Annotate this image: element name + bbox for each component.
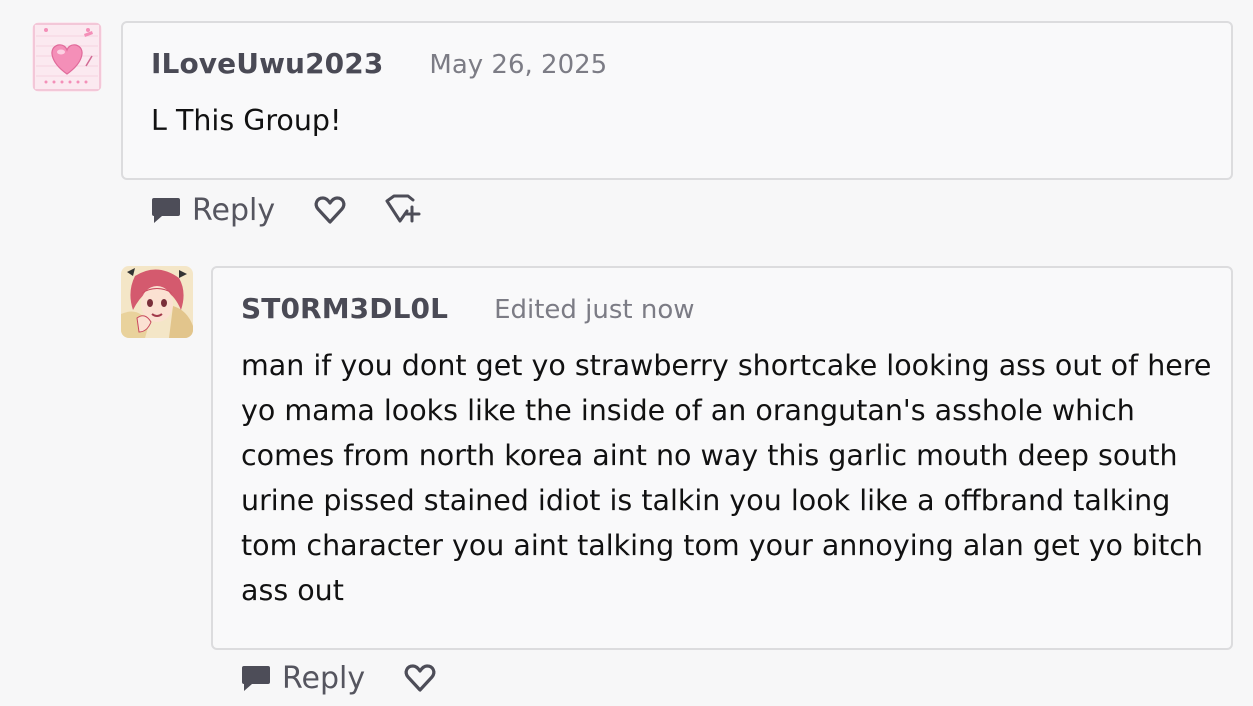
pink-heart-avatar-icon xyxy=(32,22,102,92)
reply-button[interactable]: Reply xyxy=(150,193,275,228)
comment-author[interactable]: ST0RM3DL0L xyxy=(241,292,448,325)
heart-icon xyxy=(314,196,346,224)
avatar[interactable] xyxy=(32,22,102,92)
comment-body-line: tom character you aint talking tom your … xyxy=(241,529,1203,562)
comment-card: ST0RM3DL0L Edited just now man if you do… xyxy=(211,266,1233,650)
comment-body-line: ass out xyxy=(241,574,344,607)
comment-date: May 26, 2025 xyxy=(429,50,608,80)
comment-body: L This Group! xyxy=(151,98,341,143)
comment-date: Edited just now xyxy=(494,295,695,325)
comment-body-line: comes from north korea aint no way this … xyxy=(241,439,1178,472)
comment-body-line: yo mama looks like the inside of an oran… xyxy=(241,394,1135,427)
comment-body-line: urine pissed stained idiot is talkin you… xyxy=(241,484,1171,517)
like-button[interactable] xyxy=(403,661,437,695)
heart-icon xyxy=(404,664,436,692)
comment-meta: ILoveUwu2023 May 26, 2025 xyxy=(151,47,607,80)
reply-button[interactable]: Reply xyxy=(240,661,365,696)
comment-card: ILoveUwu2023 May 26, 2025 L This Group! xyxy=(121,21,1233,180)
comment-body: man if you dont get yo strawberry shortc… xyxy=(241,343,1211,613)
comment-thread: ILoveUwu2023 May 26, 2025 L This Group! … xyxy=(0,0,1253,706)
comment-body-line: L This Group! xyxy=(151,104,342,137)
anime-character-avatar-icon xyxy=(121,266,193,338)
award-plus-icon xyxy=(385,194,421,223)
speech-bubble-icon xyxy=(152,198,180,223)
award-button[interactable] xyxy=(383,193,421,227)
comment-actions: Reply xyxy=(240,656,437,700)
avatar[interactable] xyxy=(121,266,193,338)
comment-author[interactable]: ILoveUwu2023 xyxy=(151,47,383,80)
reply-label: Reply xyxy=(192,192,276,228)
comment-meta: ST0RM3DL0L Edited just now xyxy=(241,292,695,325)
like-button[interactable] xyxy=(313,193,347,227)
comment-actions: Reply xyxy=(150,188,421,232)
reply-label: Reply xyxy=(282,660,366,696)
speech-bubble-icon xyxy=(242,666,270,691)
comment-body-line: man if you dont get yo strawberry shortc… xyxy=(241,349,1212,382)
